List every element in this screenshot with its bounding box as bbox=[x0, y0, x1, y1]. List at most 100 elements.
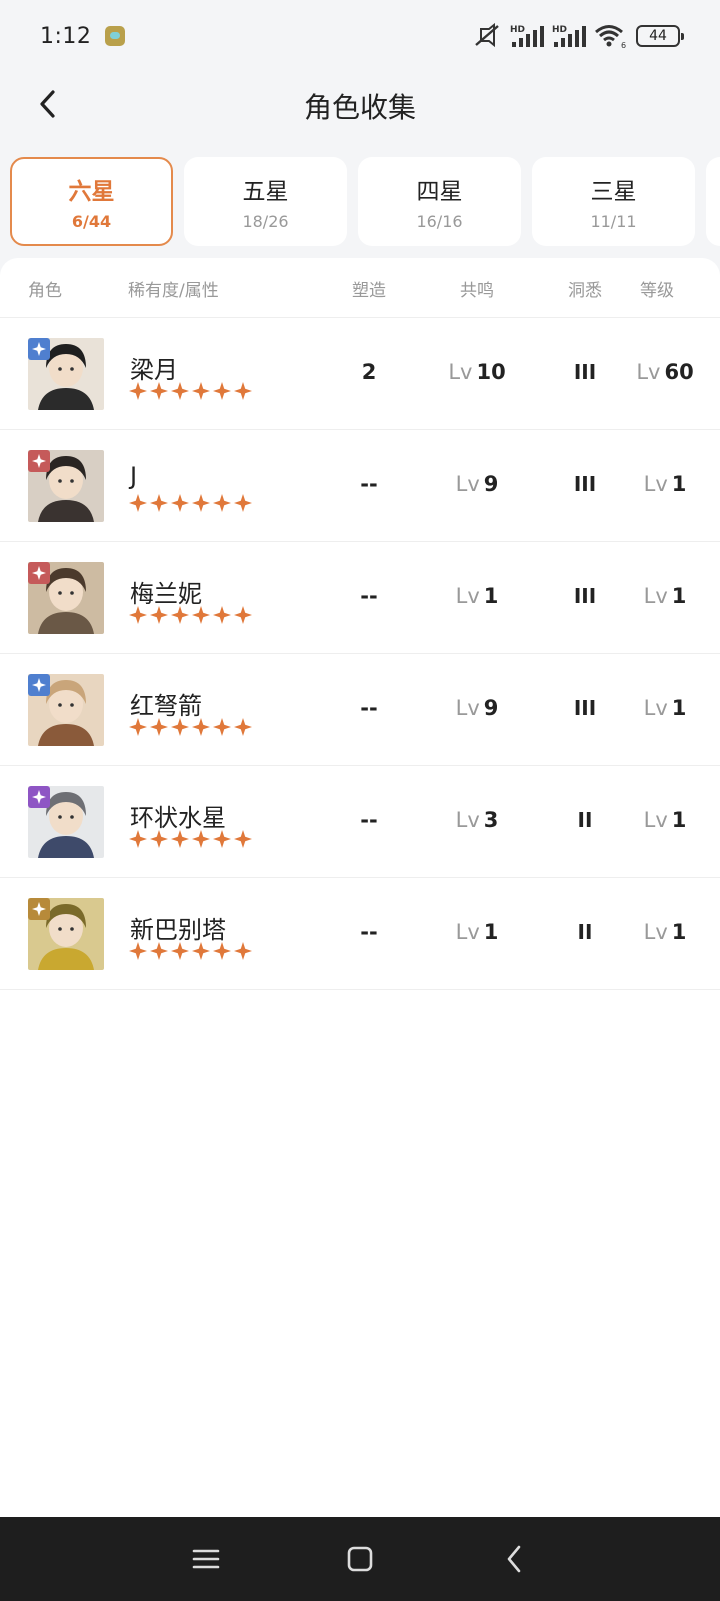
level-value: 1 bbox=[671, 472, 687, 496]
home-button[interactable] bbox=[338, 1537, 382, 1581]
tab-next-partial[interactable] bbox=[706, 157, 720, 246]
level-prefix: Lv bbox=[455, 920, 480, 944]
tab-label: 五星 bbox=[242, 179, 289, 205]
level-prefix: Lv bbox=[455, 808, 480, 832]
star-icon bbox=[213, 494, 231, 512]
character-row[interactable]: J -- Lv 9 III Lv 1 bbox=[0, 430, 720, 542]
star-icon bbox=[234, 830, 252, 848]
battery-indicator: 44 bbox=[636, 25, 684, 47]
character-list-panel: 角色 稀有度/属性 塑造 共鸣 洞悉 等级 梁月 2 Lv 10 III Lv 60 J -- L… bbox=[0, 258, 720, 1518]
star-icon bbox=[192, 718, 210, 736]
column-header-row: 角色 稀有度/属性 塑造 共鸣 洞悉 等级 bbox=[0, 258, 720, 318]
tab-label: 四星 bbox=[416, 179, 463, 205]
rarity-stars bbox=[129, 382, 252, 400]
character-name: J bbox=[130, 462, 138, 490]
shaping-value: -- bbox=[360, 472, 378, 496]
character-row[interactable]: 新巴别塔 -- Lv 1 II Lv 1 bbox=[0, 878, 720, 990]
star-icon bbox=[192, 830, 210, 848]
recents-button[interactable] bbox=[184, 1537, 228, 1581]
shaping-value: -- bbox=[360, 808, 378, 832]
star-icon bbox=[150, 830, 168, 848]
column-role: 角色 bbox=[28, 281, 62, 301]
star-icon bbox=[171, 830, 189, 848]
level-prefix: Lv bbox=[643, 696, 668, 720]
star-icon bbox=[150, 606, 168, 624]
star-icon bbox=[234, 942, 252, 960]
column-level: 等级 bbox=[640, 281, 674, 301]
star-icon bbox=[150, 494, 168, 512]
blue-star-icon bbox=[28, 338, 50, 360]
character-level: Lv 1 bbox=[644, 920, 687, 944]
system-back-button[interactable] bbox=[492, 1537, 536, 1581]
tab-six-star[interactable]: 六星 6/44 bbox=[10, 157, 173, 246]
star-icon bbox=[213, 942, 231, 960]
star-icon bbox=[150, 718, 168, 736]
column-resonance: 共鸣 bbox=[460, 281, 494, 301]
mute-icon bbox=[475, 23, 499, 48]
character-name: 梁月 bbox=[130, 356, 178, 384]
character-row[interactable]: 梅兰妮 -- Lv 1 III Lv 1 bbox=[0, 542, 720, 654]
character-level: Lv 1 bbox=[644, 808, 687, 832]
level-value: 1 bbox=[671, 696, 687, 720]
menu-icon bbox=[192, 1549, 220, 1569]
level-prefix: Lv bbox=[455, 696, 480, 720]
character-level: Lv 60 bbox=[636, 360, 693, 384]
star-icon bbox=[171, 606, 189, 624]
svg-text:HD: HD bbox=[552, 25, 567, 35]
character-name: 新巴别塔 bbox=[130, 916, 226, 944]
tab-four-star[interactable]: 四星 16/16 bbox=[358, 157, 521, 246]
level-prefix: Lv bbox=[643, 584, 668, 608]
level-value: 60 bbox=[664, 360, 694, 384]
rarity-stars bbox=[129, 606, 252, 624]
star-icon bbox=[192, 382, 210, 400]
character-row[interactable]: 红弩箭 -- Lv 9 III Lv 1 bbox=[0, 654, 720, 766]
tab-count: 16/16 bbox=[416, 212, 463, 231]
star-icon bbox=[171, 718, 189, 736]
character-level: Lv 1 bbox=[644, 472, 687, 496]
resonance-value: 10 bbox=[476, 360, 506, 384]
tab-three-star[interactable]: 三星 11/11 bbox=[532, 157, 695, 246]
gold-tower-icon bbox=[28, 898, 50, 920]
tab-five-star[interactable]: 五星 18/26 bbox=[184, 157, 347, 246]
status-time: 1:12 bbox=[40, 23, 92, 49]
character-name: 梅兰妮 bbox=[130, 580, 202, 608]
insight-value: III bbox=[573, 472, 597, 496]
level-prefix: Lv bbox=[455, 472, 480, 496]
insight-value: III bbox=[573, 360, 597, 384]
red-wave-icon bbox=[28, 562, 50, 584]
star-icon bbox=[213, 382, 231, 400]
star-icon bbox=[213, 606, 231, 624]
star-icon bbox=[129, 382, 147, 400]
resonance-value: 1 bbox=[483, 920, 499, 944]
purple-ring-icon bbox=[28, 786, 50, 808]
column-rarity: 稀有度/属性 bbox=[128, 281, 219, 301]
shaping-value: -- bbox=[360, 584, 378, 608]
insight-value: II bbox=[577, 920, 593, 944]
star-icon bbox=[129, 942, 147, 960]
column-shaping: 塑造 bbox=[352, 281, 386, 301]
star-icon bbox=[129, 606, 147, 624]
character-row[interactable]: 环状水星 -- Lv 3 II Lv 1 bbox=[0, 766, 720, 878]
character-rows: 梁月 2 Lv 10 III Lv 60 J -- Lv 9 III Lv 1 梅兰妮 -- Lv 1 III Lv 1… bbox=[0, 318, 720, 990]
shaping-value: 2 bbox=[361, 360, 377, 384]
level-prefix: Lv bbox=[455, 584, 480, 608]
resonance-level: Lv 3 bbox=[456, 808, 499, 832]
resonance-level: Lv 10 bbox=[448, 360, 505, 384]
resonance-value: 9 bbox=[483, 696, 499, 720]
level-prefix: Lv bbox=[636, 360, 661, 384]
status-icons: HD HD 6 44 bbox=[472, 23, 684, 49]
character-level: Lv 1 bbox=[644, 696, 687, 720]
star-icon bbox=[192, 942, 210, 960]
rarity-stars bbox=[129, 830, 252, 848]
star-icon bbox=[129, 718, 147, 736]
level-prefix: Lv bbox=[643, 808, 668, 832]
tab-count: 6/44 bbox=[71, 212, 112, 231]
rarity-stars bbox=[129, 718, 252, 736]
star-icon bbox=[192, 494, 210, 512]
signal-hd-icon-1: HD bbox=[510, 25, 544, 47]
character-row[interactable]: 梁月 2 Lv 10 III Lv 60 bbox=[0, 318, 720, 430]
insight-value: II bbox=[577, 808, 593, 832]
level-value: 1 bbox=[671, 584, 687, 608]
star-icon bbox=[150, 382, 168, 400]
svg-text:HD: HD bbox=[510, 25, 525, 35]
